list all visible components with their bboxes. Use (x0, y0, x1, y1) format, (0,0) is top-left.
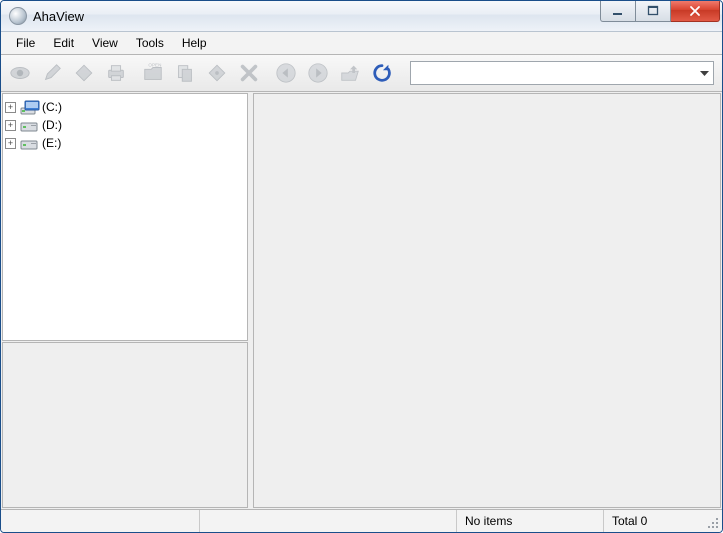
menu-view[interactable]: View (83, 32, 127, 54)
tree-item-d[interactable]: (D:) (5, 116, 245, 134)
properties-icon[interactable] (202, 58, 232, 88)
menu-help[interactable]: Help (173, 32, 216, 54)
expand-icon[interactable] (5, 102, 16, 113)
view-icon[interactable] (5, 58, 35, 88)
app-window: AhaView File Edit View Tools Help (0, 0, 723, 533)
tree-item-e[interactable]: (E:) (5, 134, 245, 152)
up-icon[interactable] (335, 58, 365, 88)
tree-label: (C:) (40, 100, 62, 114)
status-total: Total 0 (604, 510, 700, 532)
maximize-button[interactable] (636, 1, 671, 22)
toolbar: OPEN (1, 55, 722, 92)
rotate-left-icon[interactable] (69, 58, 99, 88)
copy-icon[interactable] (170, 58, 200, 88)
svg-text:OPEN: OPEN (148, 63, 161, 68)
forward-icon[interactable] (303, 58, 333, 88)
delete-icon[interactable] (234, 58, 264, 88)
menu-tools[interactable]: Tools (127, 32, 173, 54)
window-controls (600, 1, 722, 31)
path-combobox[interactable] (410, 61, 714, 85)
tree-label: (E:) (40, 136, 61, 150)
status-items: No items (457, 510, 604, 532)
expand-icon[interactable] (5, 138, 16, 149)
status-mid (200, 510, 457, 532)
drive-hdd-icon (20, 118, 38, 132)
chevron-down-icon[interactable] (700, 66, 709, 80)
folder-tree[interactable]: (C:) (D:) (E:) (2, 93, 248, 341)
drive-system-icon (20, 100, 38, 114)
tree-label: (D:) (40, 118, 62, 132)
refresh-icon[interactable] (367, 58, 397, 88)
status-left (1, 510, 200, 532)
menu-file[interactable]: File (7, 32, 44, 54)
resize-grip[interactable] (700, 510, 722, 532)
preview-pane (2, 342, 248, 508)
app-icon (9, 7, 27, 25)
title-bar[interactable]: AhaView (1, 1, 722, 32)
close-button[interactable] (671, 1, 720, 22)
open-icon[interactable]: OPEN (138, 58, 168, 88)
minimize-button[interactable] (600, 1, 636, 22)
edit-icon[interactable] (37, 58, 67, 88)
window-title: AhaView (33, 9, 84, 24)
expand-icon[interactable] (5, 120, 16, 131)
menu-edit[interactable]: Edit (44, 32, 83, 54)
tree-item-c[interactable]: (C:) (5, 98, 245, 116)
thumbnail-pane[interactable] (253, 93, 721, 508)
print-icon[interactable] (101, 58, 131, 88)
status-bar: No items Total 0 (1, 509, 722, 532)
back-icon[interactable] (271, 58, 301, 88)
drive-hdd-icon (20, 136, 38, 150)
menu-bar: File Edit View Tools Help (1, 32, 722, 55)
client-area: (C:) (D:) (E:) (1, 92, 722, 509)
